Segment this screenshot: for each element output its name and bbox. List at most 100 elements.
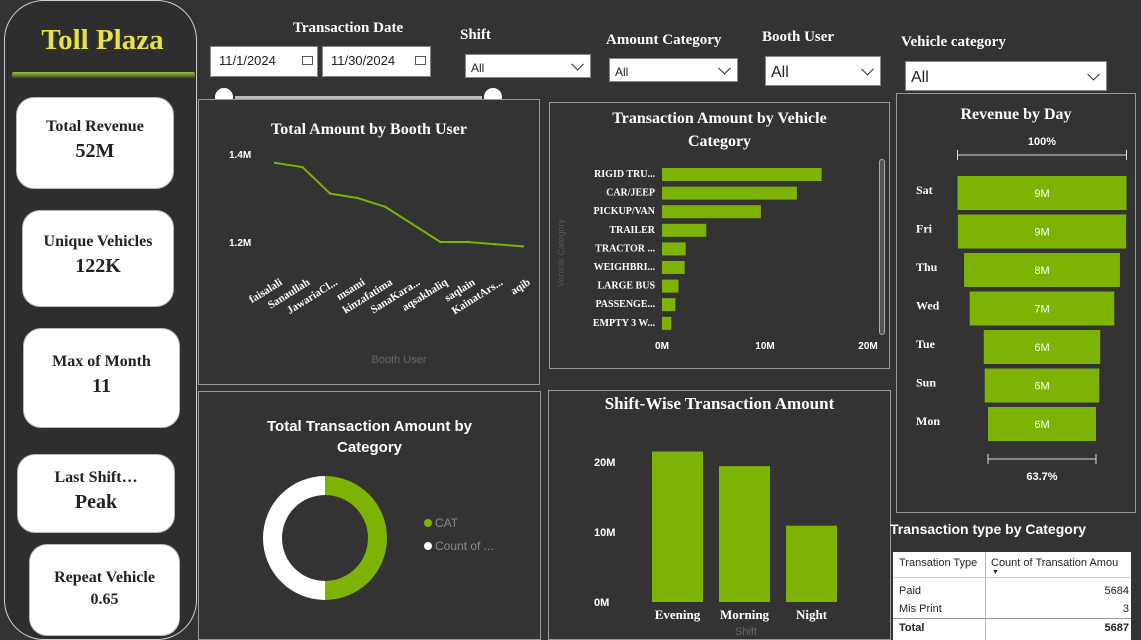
end-date-input[interactable]: 11/30/2024 <box>322 46 431 77</box>
funnel-category-label: Sun <box>916 376 936 390</box>
vehicle-category-bar-chart: RIGID TRU... CAR/JEEP PICKUP/VAN TRAILER TRA… <box>556 168 878 352</box>
funnel-value-label: 9M <box>1034 227 1049 239</box>
data-point <box>356 196 359 200</box>
table-title: Transaction type by Category <box>890 521 1087 537</box>
data-point <box>328 192 332 195</box>
revenue-by-day-funnel: 100% 9M Sat 9M Fri 8M Thu 7M Wed 6M Tue 6M Sun 6M Mon 6… <box>916 136 1127 483</box>
table-row: Mis Print 3 <box>893 600 1131 618</box>
y-tick-label: 10M <box>594 527 615 539</box>
cell-count: 5687 <box>1104 622 1129 634</box>
shift-wise-panel: Shift-Wise Transaction Amount 20M 10M 0M Ev… <box>548 390 891 640</box>
data-point <box>301 166 304 169</box>
funnel-value-label: 8M <box>1034 265 1049 277</box>
chevron-down-icon <box>861 62 874 76</box>
data-point <box>384 205 387 208</box>
kpi-label: Repeat Vehicle <box>54 569 155 586</box>
kpi-value: 11 <box>92 375 111 397</box>
funnel-value-label: 9M <box>1034 188 1049 200</box>
chevron-down-icon <box>718 61 731 75</box>
y-tick-label: 0M <box>594 597 609 609</box>
kpi-total-revenue[interactable]: Total Revenue 52M <box>16 97 174 189</box>
sort-desc-icon[interactable]: ▼ <box>992 569 999 576</box>
category-donut-panel: Total Transaction Amount by Category CAT… <box>198 391 541 640</box>
category-label: CAR/JEEP <box>606 188 655 199</box>
chevron-down-icon <box>1087 67 1100 81</box>
column-header[interactable]: Transation Type <box>899 557 977 569</box>
y-tick-label: 20M <box>594 457 615 469</box>
booth-user-value: All <box>771 64 789 81</box>
donut-slice <box>325 476 387 600</box>
data-point <box>439 240 442 244</box>
vehicle-category-label: Vehicle category <box>901 34 1006 50</box>
vehicle-category-dropdown[interactable]: All <box>905 61 1107 91</box>
category-label: TRACTOR ... <box>595 243 655 254</box>
legend-marker <box>424 542 432 550</box>
data-point <box>411 223 414 226</box>
amount-category-value: All <box>615 65 629 79</box>
bar <box>662 223 707 237</box>
x-tick-label: Evening <box>655 607 701 622</box>
start-date-value: 11/1/2024 <box>219 53 276 68</box>
x-tick-label: 0M <box>655 341 669 352</box>
kpi-value: 0.65 <box>90 591 119 608</box>
y-tick-label: 1.4M <box>229 150 251 161</box>
series-line <box>274 161 524 248</box>
legend-marker <box>424 519 432 527</box>
amount-category-dropdown[interactable]: All <box>609 58 738 82</box>
y-tick-label: 1.2M <box>229 238 251 249</box>
table-header-row: Transation Type Count of Transation Amou… <box>893 552 1131 640</box>
bar <box>662 316 672 330</box>
category-donut-chart: CAT Count of ... <box>263 476 494 600</box>
bar <box>662 168 822 181</box>
kpi-repeat-vehicle[interactable]: Repeat Vehicle 0.65 <box>29 544 180 636</box>
title-underline <box>12 72 195 78</box>
shift-wise-bar-chart: 20M 10M 0M Evening Morning Night Shift <box>594 451 837 638</box>
column-header[interactable]: Count of Transation Amou <box>991 557 1118 569</box>
funnel-value-label: 6M <box>1034 381 1049 393</box>
x-axis-title: Booth User <box>371 354 426 366</box>
calendar-icon[interactable] <box>302 56 313 65</box>
cell-type: Total <box>899 622 925 634</box>
bar <box>662 298 676 312</box>
vertical-scrollbar[interactable] <box>879 159 885 335</box>
booth-user-line-chart: 1.4M1.2MfaisalaliSanaullahJawariaCl...ms… <box>229 150 533 366</box>
kpi-label: Unique Vehicles <box>43 233 153 250</box>
data-point <box>494 243 497 246</box>
transaction-date-label: Transaction Date <box>293 20 404 36</box>
funnel-bottom-label: 63.7% <box>1026 471 1057 483</box>
kpi-value: 122K <box>75 255 121 277</box>
end-date-value: 11/30/2024 <box>331 53 396 68</box>
x-axis-title: Shift <box>735 626 757 638</box>
category-label: RIGID TRU... <box>594 169 655 180</box>
bar <box>662 205 761 219</box>
kpi-last-shift[interactable]: Last Shift… Peak <box>17 454 175 533</box>
amount-category-label: Amount Category <box>606 32 722 48</box>
x-tick-label: Morning <box>720 607 770 622</box>
revenue-by-day-panel: Revenue by Day 100% 9M Sat 9M Fri 8M Thu 7M Wed 6… <box>896 93 1136 513</box>
kpi-unique-vehicles[interactable]: Unique Vehicles 122K <box>22 210 174 307</box>
shift-label: Shift <box>460 27 491 43</box>
shift-value: All <box>471 61 485 75</box>
x-tick-label: Night <box>796 607 828 622</box>
funnel-category-label: Tue <box>916 337 936 351</box>
booth-user-dropdown[interactable]: All <box>765 56 881 86</box>
data-point <box>521 245 525 248</box>
cell-count: 3 <box>1122 603 1129 615</box>
kpi-max-of-month[interactable]: Max of Month 11 <box>23 328 180 428</box>
start-date-input[interactable]: 11/1/2024 <box>210 46 318 77</box>
bar <box>652 451 703 602</box>
cell-count: 5684 <box>1104 585 1129 597</box>
bar <box>662 242 686 256</box>
funnel-value-label: 6M <box>1034 419 1049 431</box>
shift-dropdown[interactable]: All <box>465 54 591 78</box>
funnel-bottom-bracket <box>987 454 1097 464</box>
cell-type: Paid <box>899 585 922 597</box>
category-label: PICKUP/VAN <box>594 206 656 217</box>
calendar-icon[interactable] <box>415 56 426 65</box>
table-row: Paid 5684 <box>893 582 1131 600</box>
vehicle-category-panel: Transaction Amount by Vehicle Category R… <box>549 102 890 369</box>
funnel-value-label: 6M <box>1034 342 1049 354</box>
donut-slice <box>263 476 325 600</box>
x-tick-label: 20M <box>858 341 877 352</box>
funnel-category-label: Wed <box>916 299 940 313</box>
